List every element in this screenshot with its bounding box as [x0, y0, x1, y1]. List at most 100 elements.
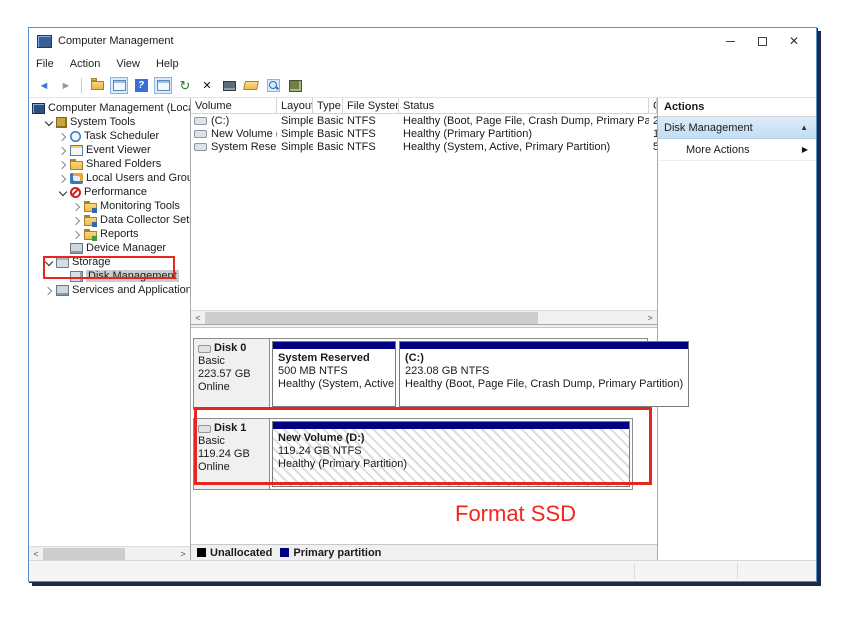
tree-item-performance[interactable]: Performance: [29, 185, 190, 199]
scroll-right-icon[interactable]: >: [643, 311, 657, 325]
console-tree-toggle-icon[interactable]: [110, 77, 128, 94]
actions-group-disk-management[interactable]: Disk Management ▲: [658, 117, 816, 139]
actions-title: Actions: [658, 98, 816, 117]
table-row-volume-d[interactable]: New Volume (D:) Simple Basic NTFS Health…: [191, 127, 657, 140]
reports-icon: [84, 231, 97, 240]
chevron-collapsed-icon[interactable]: [44, 286, 53, 295]
disk-management-view: Volume Layout Type File System Status Ca…: [191, 98, 657, 560]
show-window-icon[interactable]: [154, 77, 172, 94]
maximize-button[interactable]: [746, 30, 778, 52]
open-folder-icon[interactable]: [242, 77, 260, 94]
table-row-system-reserved[interactable]: System Reserved Simple Basic NTFS Health…: [191, 140, 657, 153]
chevron-collapsed-icon[interactable]: [58, 160, 67, 169]
more-actions-arrow-icon[interactable]: ▶: [802, 145, 808, 154]
chevron-expanded-icon[interactable]: [58, 188, 67, 197]
maximize-icon: [758, 37, 767, 46]
chevron-collapsed-icon[interactable]: [58, 146, 67, 155]
chevron-expanded-icon[interactable]: [44, 258, 53, 267]
main-content: Computer Management (Local System Tools …: [29, 98, 816, 560]
partition-color-bar: [273, 422, 629, 429]
console-tree-pane: Computer Management (Local System Tools …: [29, 98, 191, 560]
drive-icon: [194, 143, 207, 151]
col-filesystem[interactable]: File System: [343, 98, 399, 113]
up-level-folder-icon[interactable]: [88, 77, 106, 94]
extra-tool-icon[interactable]: [286, 77, 304, 94]
tree-item-reports[interactable]: Reports: [29, 227, 190, 241]
forward-icon[interactable]: ►: [57, 77, 75, 94]
chevron-collapsed-icon[interactable]: [72, 230, 81, 239]
tree-item-disk-management[interactable]: Disk Management: [29, 269, 190, 283]
partition-color-bar: [273, 342, 395, 349]
console-tree: Computer Management (Local System Tools …: [29, 98, 190, 546]
chevron-expanded-icon[interactable]: [44, 118, 53, 127]
scroll-left-icon[interactable]: <: [191, 311, 205, 325]
chevron-collapsed-icon[interactable]: [72, 202, 81, 211]
partition-system-reserved[interactable]: System Reserved 500 MB NTFS Healthy (Sys…: [272, 341, 396, 407]
col-capacity[interactable]: Ca: [649, 98, 657, 113]
menu-action[interactable]: Action: [70, 58, 101, 70]
computer-icon: [32, 103, 45, 114]
disk-icon: [198, 345, 211, 353]
refresh-icon[interactable]: ↻: [176, 77, 194, 94]
delete-icon[interactable]: ✕: [198, 77, 216, 94]
unallocated-swatch-icon: [197, 548, 206, 557]
minimize-button[interactable]: [714, 30, 746, 52]
close-button[interactable]: ✕: [778, 30, 810, 52]
drive-icon: [194, 117, 207, 125]
tree-item-device-manager[interactable]: Device Manager: [29, 241, 190, 255]
col-volume[interactable]: Volume: [191, 98, 277, 113]
scroll-right-icon[interactable]: >: [176, 547, 190, 561]
event-viewer-icon: [70, 145, 83, 156]
menu-bar: File Action View Help: [29, 54, 816, 74]
status-bar: [29, 560, 816, 581]
data-collector-sets-icon: [84, 217, 97, 226]
chevron-collapsed-icon[interactable]: [58, 174, 67, 183]
col-layout[interactable]: Layout: [277, 98, 313, 113]
volume-list-pane: Volume Layout Type File System Status Ca…: [191, 98, 657, 325]
disk-0-row[interactable]: Disk 0 Basic 223.57 GB Online System Res…: [193, 338, 648, 410]
device-manager-icon: [70, 243, 83, 254]
scrollbar-thumb[interactable]: [205, 312, 538, 324]
more-actions-item[interactable]: More Actions ▶: [658, 139, 816, 161]
col-type[interactable]: Type: [313, 98, 343, 113]
status-bar-divider: [634, 563, 635, 579]
partition-new-volume-d[interactable]: New Volume (D:) 119.24 GB NTFS Healthy (…: [272, 421, 630, 487]
back-icon[interactable]: ◄: [35, 77, 53, 94]
volume-list-horizontal-scrollbar[interactable]: < >: [191, 310, 657, 324]
status-bar-divider: [737, 563, 738, 579]
tree-item-computer-management[interactable]: Computer Management (Local: [29, 101, 190, 115]
graphical-disk-pane: Disk 0 Basic 223.57 GB Online System Res…: [191, 327, 657, 560]
partition-c[interactable]: (C:) 223.08 GB NTFS Healthy (Boot, Page …: [399, 341, 689, 407]
properties-icon[interactable]: [220, 77, 238, 94]
volume-table-header: Volume Layout Type File System Status Ca: [191, 98, 657, 114]
menu-view[interactable]: View: [116, 58, 140, 70]
collapse-icon[interactable]: ▲: [800, 123, 808, 132]
scroll-left-icon[interactable]: <: [29, 547, 43, 561]
search-icon[interactable]: [264, 77, 282, 94]
chevron-collapsed-icon[interactable]: [72, 216, 81, 225]
computer-management-window: Computer Management ✕ File Action View H…: [28, 27, 817, 582]
table-row-volume-c[interactable]: (C:) Simple Basic NTFS Healthy (Boot, Pa…: [191, 114, 657, 127]
chevron-collapsed-icon[interactable]: [58, 132, 67, 141]
tree-item-data-collector-sets[interactable]: Data Collector Sets: [29, 213, 190, 227]
tree-item-system-tools[interactable]: System Tools: [29, 115, 190, 129]
tree-item-monitoring-tools[interactable]: Monitoring Tools: [29, 199, 190, 213]
tree-item-local-users-and-groups[interactable]: Local Users and Groups: [29, 171, 190, 185]
scrollbar-thumb[interactable]: [43, 548, 125, 560]
help-icon[interactable]: ?: [132, 77, 150, 94]
tree-item-storage[interactable]: Storage: [29, 255, 190, 269]
actions-pane: Actions Disk Management ▲ More Actions ▶: [657, 98, 816, 560]
disk-management-icon: [70, 271, 83, 282]
col-status[interactable]: Status: [399, 98, 649, 113]
disk-icon: [198, 425, 211, 433]
tree-item-shared-folders[interactable]: Shared Folders: [29, 157, 190, 171]
tree-horizontal-scrollbar[interactable]: < >: [29, 546, 190, 560]
menu-help[interactable]: Help: [156, 58, 179, 70]
chevron-placeholder: [58, 244, 67, 253]
tree-item-task-scheduler[interactable]: Task Scheduler: [29, 129, 190, 143]
disk-1-row[interactable]: Disk 1 Basic 119.24 GB Online New Volume…: [193, 418, 633, 490]
tree-item-event-viewer[interactable]: Event Viewer: [29, 143, 190, 157]
shared-folders-icon: [70, 161, 83, 170]
menu-file[interactable]: File: [36, 58, 54, 70]
tree-item-services-and-applications[interactable]: Services and Applications: [29, 283, 190, 297]
